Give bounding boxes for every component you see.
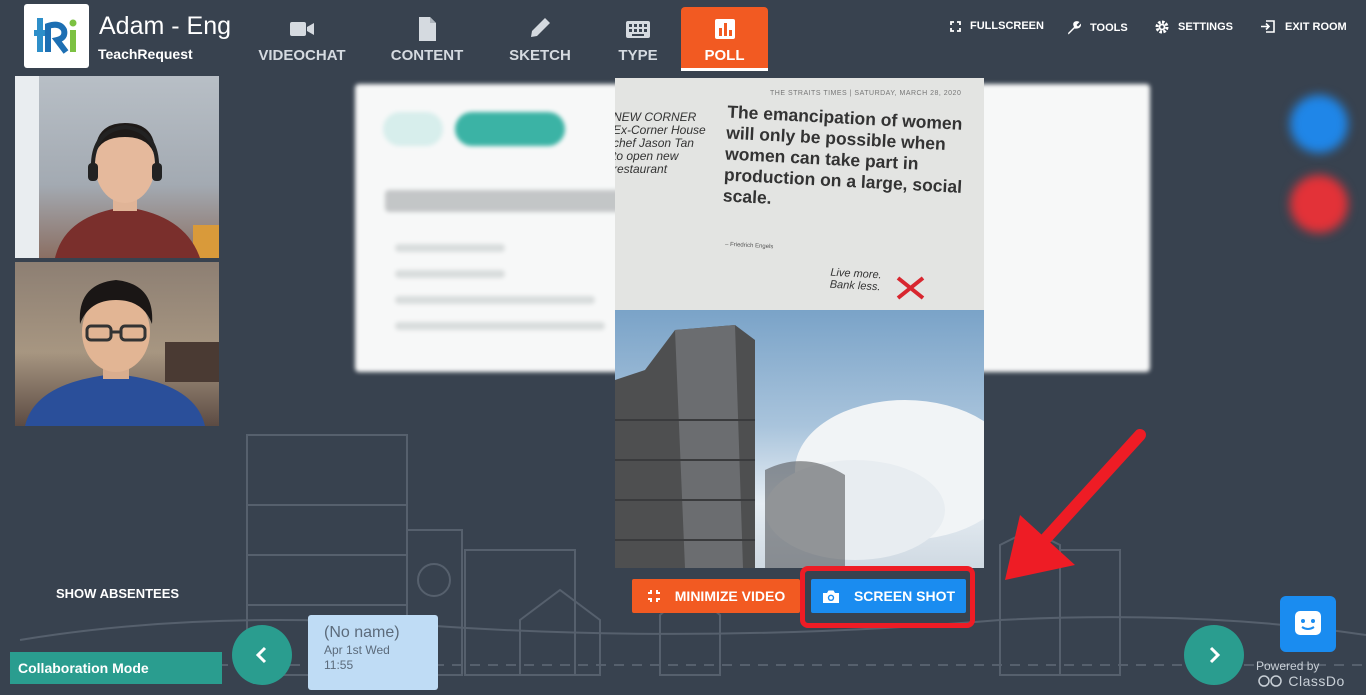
participant-video-2 <box>15 262 219 426</box>
next-button[interactable] <box>1184 625 1244 685</box>
chevron-left-icon <box>255 646 267 664</box>
powered-by-label: Powered by <box>1256 659 1320 673</box>
newspaper-photo <box>615 310 984 568</box>
tab-videochat-label: VIDEOCHAT <box>258 47 346 64</box>
exit-icon <box>1261 20 1275 33</box>
fullscreen-label: FULLSCREEN <box>970 20 1044 32</box>
newspaper-header: THE STRAITS TIMES | SATURDAY, MARCH 28, … <box>770 90 962 97</box>
exit-room-button[interactable]: EXIT ROOM <box>1260 20 1347 33</box>
red-x-mark <box>896 276 925 300</box>
room-subtitle: TeachRequest <box>98 46 193 62</box>
annotation-arrow <box>1005 429 1146 580</box>
fullscreen-icon <box>950 20 961 32</box>
minimize-video-button[interactable]: MINIMIZE VIDEO <box>632 579 800 613</box>
note-time: 11:55 <box>324 658 354 672</box>
settings-label: SETTINGS <box>1178 21 1234 33</box>
top-bar: Adam - Eng TeachRequest VIDEOCHAT CONTEN… <box>0 0 1366 76</box>
classdo-brand-text: ClassDo <box>1288 673 1345 689</box>
fullscreen-button[interactable]: FULLSCREEN <box>950 20 1044 32</box>
tab-sketch-label: SKETCH <box>509 47 571 64</box>
keyboard-icon <box>610 15 666 43</box>
document-icon <box>384 15 470 43</box>
annotation-highlight-box <box>800 566 975 628</box>
previous-button[interactable] <box>232 625 292 685</box>
red-indicator <box>1290 175 1348 233</box>
tab-videochat[interactable]: VIDEOCHAT <box>255 7 349 71</box>
classdo-faces-icon <box>1258 675 1282 687</box>
pencil-icon <box>505 15 575 43</box>
tab-content-label: CONTENT <box>390 47 464 64</box>
newspaper-quote: The emancipation of women will only be p… <box>722 101 963 208</box>
chat-support-button[interactable] <box>1280 596 1336 652</box>
smiley-chat-icon <box>1295 611 1321 635</box>
tab-poll-label: POLL <box>704 47 745 64</box>
exit-room-label: EXIT ROOM <box>1285 20 1347 33</box>
minimize-icon <box>647 590 660 602</box>
handwritten-note: Live more. Bank less. <box>829 266 882 294</box>
tab-content[interactable]: CONTENT <box>384 7 470 71</box>
newspaper-side-text: NEW CORNER Ex-Corner House chef Jason Ta… <box>615 110 706 176</box>
room-title: Adam - Eng <box>99 12 232 40</box>
show-absentees-button[interactable]: SHOW ABSENTEES <box>56 586 179 601</box>
gear-icon <box>1155 20 1169 34</box>
note-card[interactable]: (No name) Apr 1st Wed 11:55 <box>308 615 438 690</box>
teachrequest-logo <box>24 4 89 68</box>
minimize-video-label: MINIMIZE VIDEO <box>674 588 786 604</box>
video-camera-icon <box>255 15 349 43</box>
wrench-icon <box>1068 21 1081 35</box>
bar-chart-icon <box>681 15 768 43</box>
tools-button[interactable]: TOOLS <box>1066 20 1128 35</box>
tab-poll[interactable]: POLL <box>681 7 768 71</box>
settings-button[interactable]: SETTINGS <box>1155 20 1233 34</box>
tab-type[interactable]: TYPE <box>610 7 666 71</box>
classdo-logo: ClassDo <box>1258 673 1345 689</box>
tab-type-label: TYPE <box>618 47 658 64</box>
note-title: (No name) <box>324 624 400 641</box>
participant-video-1 <box>15 75 219 258</box>
newspaper-attribution: – Friedrich Engels <box>724 241 774 251</box>
tools-label: TOOLS <box>1090 21 1128 34</box>
blue-indicator <box>1290 95 1348 153</box>
note-date: Apr 1st Wed <box>324 643 390 657</box>
chevron-right-icon <box>1209 646 1221 664</box>
tab-sketch[interactable]: SKETCH <box>505 7 575 71</box>
shared-video: THE STRAITS TIMES | SATURDAY, MARCH 28, … <box>615 78 984 568</box>
collaboration-mode-badge[interactable]: Collaboration Mode <box>10 652 222 684</box>
